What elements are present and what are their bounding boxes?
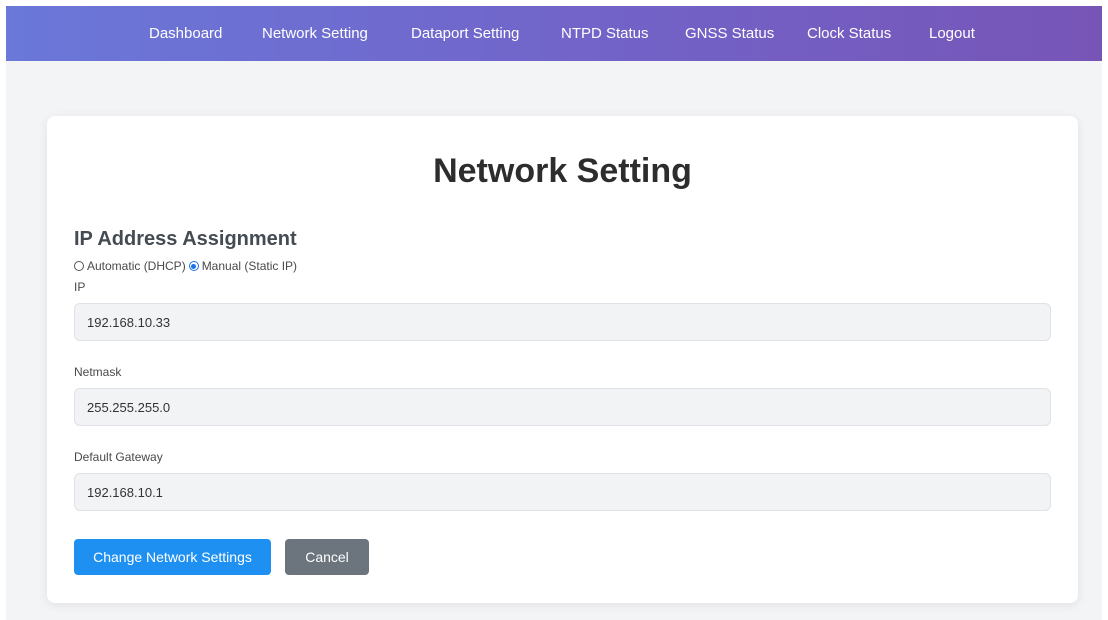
dhcp-radio[interactable] xyxy=(74,261,84,271)
static-ip-radio-label[interactable]: Manual (Static IP) xyxy=(202,259,297,273)
nav-item-clock-status[interactable]: Clock Status xyxy=(807,6,891,61)
cancel-button[interactable]: Cancel xyxy=(285,539,369,575)
ip-input[interactable] xyxy=(74,303,1051,341)
netmask-label: Netmask xyxy=(74,365,122,379)
gateway-label: Default Gateway xyxy=(74,450,163,464)
top-navbar: Dashboard Network Setting Dataport Setti… xyxy=(6,6,1102,61)
nav-item-dashboard[interactable]: Dashboard xyxy=(149,6,222,61)
netmask-input[interactable] xyxy=(74,388,1051,426)
ip-assignment-radio-group: Automatic (DHCP) Manual (Static IP) xyxy=(74,258,300,274)
ip-assignment-heading: IP Address Assignment xyxy=(74,228,297,250)
nav-item-network-setting[interactable]: Network Setting xyxy=(262,6,368,61)
gateway-input[interactable] xyxy=(74,473,1051,511)
static-ip-radio[interactable] xyxy=(188,261,199,271)
nav-item-ntpd-status[interactable]: NTPD Status xyxy=(561,6,649,61)
nav-item-dataport-setting[interactable]: Dataport Setting xyxy=(411,6,519,61)
ip-label: IP xyxy=(74,280,86,294)
change-network-settings-button[interactable]: Change Network Settings xyxy=(74,539,271,575)
dhcp-radio-label[interactable]: Automatic (DHCP) xyxy=(87,259,186,273)
page-title: Network Setting xyxy=(433,152,692,190)
nav-item-logout[interactable]: Logout xyxy=(929,6,975,61)
network-settings-card: Network Setting IP Address Assignment Au… xyxy=(47,116,1078,603)
page: Dashboard Network Setting Dataport Setti… xyxy=(6,6,1102,620)
nav-item-gnss-status[interactable]: GNSS Status xyxy=(685,6,774,61)
